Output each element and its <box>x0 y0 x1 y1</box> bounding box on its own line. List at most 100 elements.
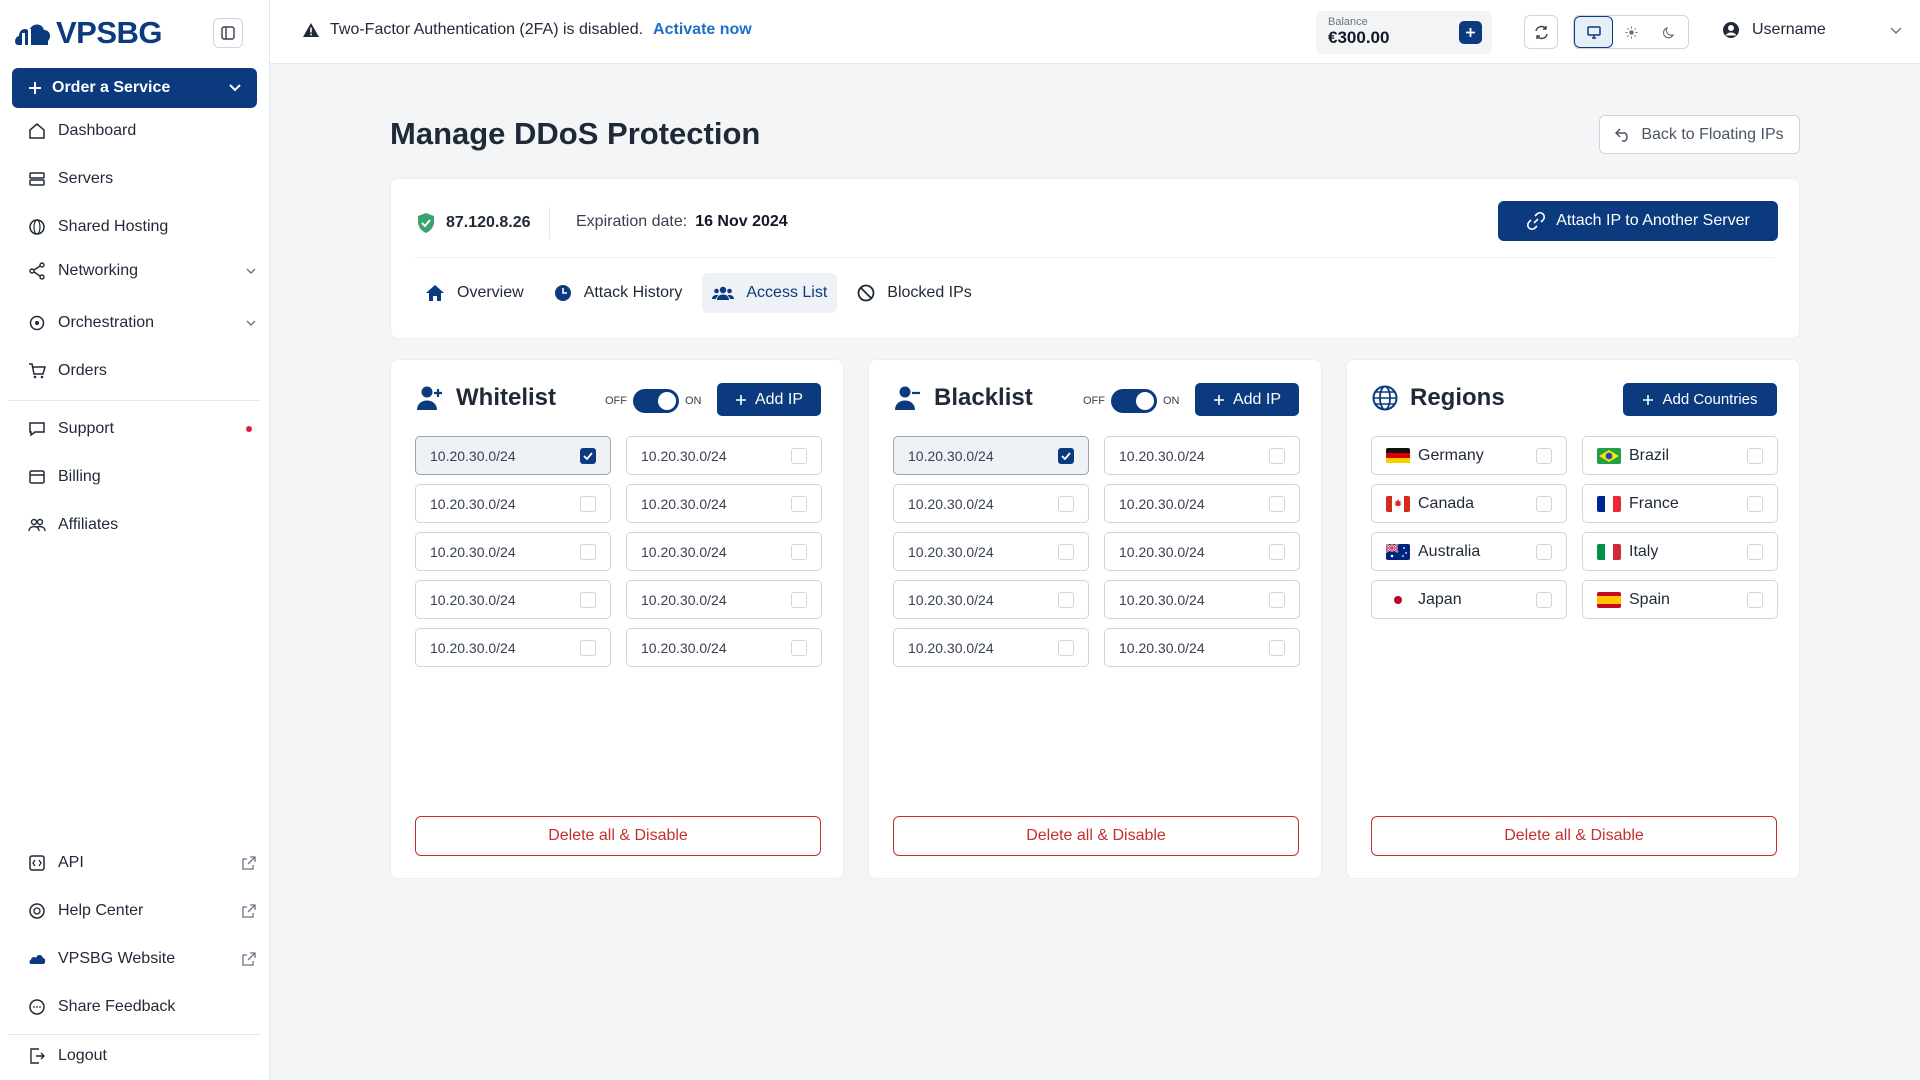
whitelist-toggle[interactable] <box>633 389 679 413</box>
user-menu[interactable]: Username <box>1722 21 1902 39</box>
whitelist-delete-all-button[interactable]: Delete all & Disable <box>415 816 821 856</box>
activate-2fa-link[interactable]: Activate now <box>653 21 752 39</box>
ip-checkbox[interactable] <box>791 543 807 560</box>
collapse-sidebar-button[interactable] <box>213 18 243 48</box>
whitelist-add-ip-button[interactable]: Add IP <box>717 383 821 416</box>
ip-checkbox[interactable] <box>1058 591 1074 608</box>
tab-overview[interactable]: Overview <box>415 273 534 313</box>
country-checkbox[interactable] <box>1536 495 1552 512</box>
users-icon <box>712 286 735 300</box>
ip-checkbox[interactable] <box>580 543 596 560</box>
country-item-spain[interactable]: Spain <box>1582 580 1778 619</box>
country-checkbox[interactable] <box>1747 591 1763 608</box>
ip-checkbox[interactable] <box>791 639 807 656</box>
whitelist-panel: Whitelist OFF ON Add IP 10.20.30.0/24 10… <box>390 359 844 879</box>
sidebar-item-support[interactable]: Support <box>28 420 256 438</box>
ip-checkbox[interactable] <box>1269 639 1285 656</box>
blacklist-ip-item[interactable]: 10.20.30.0/24 <box>1104 580 1300 619</box>
tab-blocked-ips[interactable]: Blocked IPs <box>847 273 981 313</box>
refresh-button[interactable] <box>1524 15 1558 49</box>
chevron-down-icon <box>246 320 256 326</box>
ip-checkbox[interactable] <box>1269 591 1285 608</box>
brand-logo[interactable]: VPSBG <box>14 15 163 51</box>
theme-system-button[interactable] <box>1574 16 1614 48</box>
sidebar-item-api[interactable]: API <box>28 854 256 872</box>
blacklist-ip-item[interactable]: 10.20.30.0/24 <box>1104 436 1300 475</box>
attach-ip-button[interactable]: Attach IP to Another Server <box>1498 201 1778 241</box>
country-item-canada[interactable]: Canada <box>1371 484 1567 523</box>
country-item-japan[interactable]: Japan <box>1371 580 1567 619</box>
back-to-floating-ips-button[interactable]: Back to Floating IPs <box>1599 115 1800 154</box>
blacklist-toggle[interactable] <box>1111 389 1157 413</box>
sidebar-item-vpsbg-website[interactable]: VPSBG Website <box>28 950 256 968</box>
tab-attack-history[interactable]: Attack History <box>544 273 693 313</box>
whitelist-ip-item[interactable]: 10.20.30.0/24 <box>415 628 611 667</box>
ip-checkbox[interactable] <box>1269 447 1285 464</box>
ip-checkbox[interactable] <box>1058 495 1074 512</box>
ip-checkbox[interactable] <box>580 447 596 464</box>
country-checkbox[interactable] <box>1747 447 1763 464</box>
sidebar-item-help-center[interactable]: Help Center <box>28 902 256 920</box>
country-checkbox[interactable] <box>1536 447 1552 464</box>
add-countries-button[interactable]: Add Countries <box>1623 383 1777 416</box>
country-checkbox[interactable] <box>1747 495 1763 512</box>
country-item-australia[interactable]: Australia <box>1371 532 1567 571</box>
blacklist-ip-item[interactable]: 10.20.30.0/24 <box>1104 628 1300 667</box>
blacklist-ip-item[interactable]: 10.20.30.0/24 <box>893 436 1089 475</box>
tab-access-list[interactable]: Access List <box>702 273 838 313</box>
sidebar-item-orders[interactable]: Orders <box>28 362 256 380</box>
ip-checkbox[interactable] <box>580 639 596 656</box>
sidebar-item-servers[interactable]: Servers <box>28 170 256 188</box>
country-item-germany[interactable]: Germany <box>1371 436 1567 475</box>
country-item-italy[interactable]: Italy <box>1582 532 1778 571</box>
blacklist-ip-item[interactable]: 10.20.30.0/24 <box>1104 532 1300 571</box>
country-item-france[interactable]: France <box>1582 484 1778 523</box>
sidebar-item-networking[interactable]: Networking <box>28 262 256 280</box>
blacklist-ip-item[interactable]: 10.20.30.0/24 <box>893 532 1089 571</box>
sidebar-item-logout[interactable]: Logout <box>28 1047 256 1065</box>
ip-checkbox[interactable] <box>580 591 596 608</box>
ip-checkbox[interactable] <box>580 495 596 512</box>
theme-dark-button[interactable] <box>1651 16 1688 48</box>
home-icon <box>426 285 444 301</box>
sidebar-item-share-feedback[interactable]: Share Feedback <box>28 998 256 1016</box>
whitelist-ip-item[interactable]: 10.20.30.0/24 <box>626 436 822 475</box>
country-checkbox[interactable] <box>1536 543 1552 560</box>
ip-checkbox[interactable] <box>1058 543 1074 560</box>
theme-light-button[interactable] <box>1613 16 1650 48</box>
blacklist-ip-item[interactable]: 10.20.30.0/24 <box>893 628 1089 667</box>
blacklist-ip-item[interactable]: 10.20.30.0/24 <box>893 580 1089 619</box>
country-checkbox[interactable] <box>1747 543 1763 560</box>
blacklist-add-ip-button[interactable]: Add IP <box>1195 383 1299 416</box>
whitelist-ip-item[interactable]: 10.20.30.0/24 <box>626 628 822 667</box>
blacklist-delete-all-button[interactable]: Delete all & Disable <box>893 816 1299 856</box>
country-item-brazil[interactable]: Brazil <box>1582 436 1778 475</box>
whitelist-ip-item[interactable]: 10.20.30.0/24 <box>626 484 822 523</box>
ip-checkbox[interactable] <box>1269 543 1285 560</box>
order-service-button[interactable]: Order a Service <box>12 68 257 108</box>
whitelist-ip-item[interactable]: 10.20.30.0/24 <box>626 580 822 619</box>
whitelist-ip-item[interactable]: 10.20.30.0/24 <box>626 532 822 571</box>
blacklist-ip-item[interactable]: 10.20.30.0/24 <box>1104 484 1300 523</box>
ip-checkbox[interactable] <box>1269 495 1285 512</box>
sidebar-item-shared-hosting[interactable]: Shared Hosting <box>28 218 256 236</box>
whitelist-ip-item[interactable]: 10.20.30.0/24 <box>415 436 611 475</box>
ip-checkbox[interactable] <box>791 495 807 512</box>
sidebar-item-billing[interactable]: Billing <box>28 468 256 486</box>
whitelist-ip-item[interactable]: 10.20.30.0/24 <box>415 532 611 571</box>
add-funds-button[interactable] <box>1459 21 1482 44</box>
sidebar-item-affiliates[interactable]: Affiliates <box>28 516 256 534</box>
ip-checkbox[interactable] <box>791 591 807 608</box>
ip-text: 10.20.30.0/24 <box>1119 447 1205 464</box>
regions-delete-all-button[interactable]: Delete all & Disable <box>1371 816 1777 856</box>
refresh-icon <box>1534 25 1548 39</box>
ip-checkbox[interactable] <box>791 447 807 464</box>
whitelist-ip-item[interactable]: 10.20.30.0/24 <box>415 484 611 523</box>
blacklist-ip-item[interactable]: 10.20.30.0/24 <box>893 484 1089 523</box>
sidebar-item-orchestration[interactable]: Orchestration <box>28 314 256 332</box>
whitelist-ip-item[interactable]: 10.20.30.0/24 <box>415 580 611 619</box>
country-checkbox[interactable] <box>1536 591 1552 608</box>
ip-checkbox[interactable] <box>1058 639 1074 656</box>
ip-checkbox[interactable] <box>1058 447 1074 464</box>
sidebar-item-dashboard[interactable]: Dashboard <box>28 122 256 140</box>
